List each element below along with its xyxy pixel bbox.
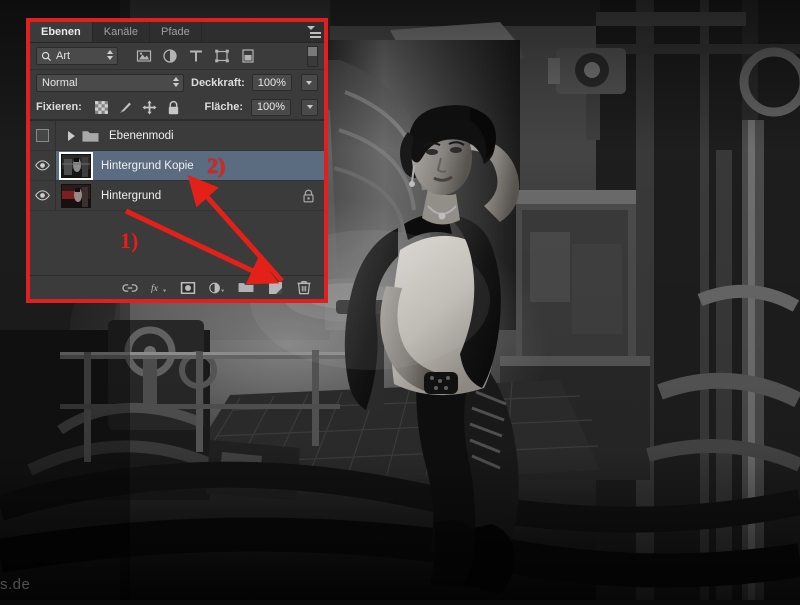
lock-label: Fixieren: [36, 101, 82, 113]
layers-bottom-toolbar: fx [30, 275, 324, 299]
new-adjustment-layer-button[interactable] [209, 280, 225, 296]
panel-tabstrip: Ebenen Kanäle Pfade [30, 22, 324, 43]
layer-row-hintergrund-kopie[interactable]: Hintergrund Kopie [30, 151, 324, 181]
layer-visibility-cell[interactable] [30, 121, 56, 150]
lock-image-pixels-icon[interactable] [118, 100, 133, 115]
shape-layer-filter-icon[interactable] [214, 48, 230, 64]
filter-kind-select[interactable]: Art [36, 47, 118, 65]
link-layers-button[interactable] [122, 280, 138, 296]
filter-kind-value: Art [56, 50, 70, 62]
filter-enable-switch[interactable] [307, 46, 318, 67]
layer-thumbnail-gray[interactable] [61, 154, 91, 178]
tab-pfade[interactable]: Pfade [150, 22, 202, 42]
opacity-label: Deckkraft: [191, 77, 245, 89]
blend-mode-row: Normal Deckkraft: 100% [30, 70, 324, 95]
opacity-input[interactable]: 100% [252, 74, 292, 91]
tab-ebenen[interactable]: Ebenen [30, 22, 93, 42]
pixel-layer-filter-icon[interactable] [136, 48, 152, 64]
delete-layer-button[interactable] [296, 280, 312, 296]
magnifier-icon [41, 51, 52, 62]
type-layer-filter-icon[interactable] [188, 48, 204, 64]
layer-style-fx-button[interactable]: fx [151, 280, 167, 296]
lock-position-icon[interactable] [142, 100, 157, 115]
layer-row-group[interactable]: Ebenenmodi [30, 121, 324, 151]
tab-kanaele[interactable]: Kanäle [93, 22, 150, 42]
tabstrip-filler [202, 22, 324, 42]
eye-icon[interactable] [35, 160, 50, 171]
new-layer-button[interactable] [267, 280, 283, 296]
layer-name-hintergrund-kopie[interactable]: Hintergrund Kopie [101, 160, 194, 172]
new-group-button[interactable] [238, 280, 254, 296]
watermark-text: s.de [0, 576, 30, 593]
group-expand-arrow-icon[interactable] [68, 131, 75, 141]
layer-name-hintergrund[interactable]: Hintergrund [101, 190, 161, 202]
layer-filter-row: Art [30, 43, 324, 70]
add-layer-mask-button[interactable] [180, 280, 196, 296]
layer-visibility-cell[interactable] [30, 181, 56, 210]
blend-mode-select[interactable]: Normal [36, 74, 184, 92]
lock-transparency-icon[interactable] [94, 100, 109, 115]
panel-menu-icon[interactable] [307, 26, 321, 38]
smart-object-filter-icon[interactable] [240, 48, 256, 64]
svg-text:fx: fx [151, 283, 159, 294]
opacity-dropdown-button[interactable] [301, 74, 318, 91]
lock-row: Fixieren: [30, 95, 324, 120]
layer-list: Ebenenmodi [30, 120, 324, 275]
blend-mode-value: Normal [42, 77, 77, 89]
layer-thumbnail-color[interactable] [61, 184, 91, 208]
adjustment-layer-filter-icon[interactable] [162, 48, 178, 64]
eye-icon[interactable] [35, 190, 50, 201]
lock-icon-group [94, 100, 181, 115]
layer-name-group[interactable]: Ebenenmodi [109, 130, 174, 142]
layer-row-hintergrund[interactable]: Hintergrund [30, 181, 324, 211]
fill-input[interactable]: 100% [251, 99, 291, 116]
fill-dropdown-button[interactable] [301, 99, 318, 116]
fill-label: Fläche: [204, 101, 243, 113]
filter-kind-stepper[interactable] [107, 50, 113, 60]
folder-icon [82, 129, 99, 143]
layer-visibility-cell[interactable] [30, 151, 56, 180]
layer-locked-icon [302, 189, 315, 203]
visibility-empty-icon[interactable] [36, 129, 49, 142]
lock-all-icon[interactable] [166, 100, 181, 115]
filter-type-icons [136, 48, 256, 64]
blend-mode-stepper[interactable] [173, 77, 179, 87]
layers-panel: Ebenen Kanäle Pfade Art [26, 18, 328, 303]
